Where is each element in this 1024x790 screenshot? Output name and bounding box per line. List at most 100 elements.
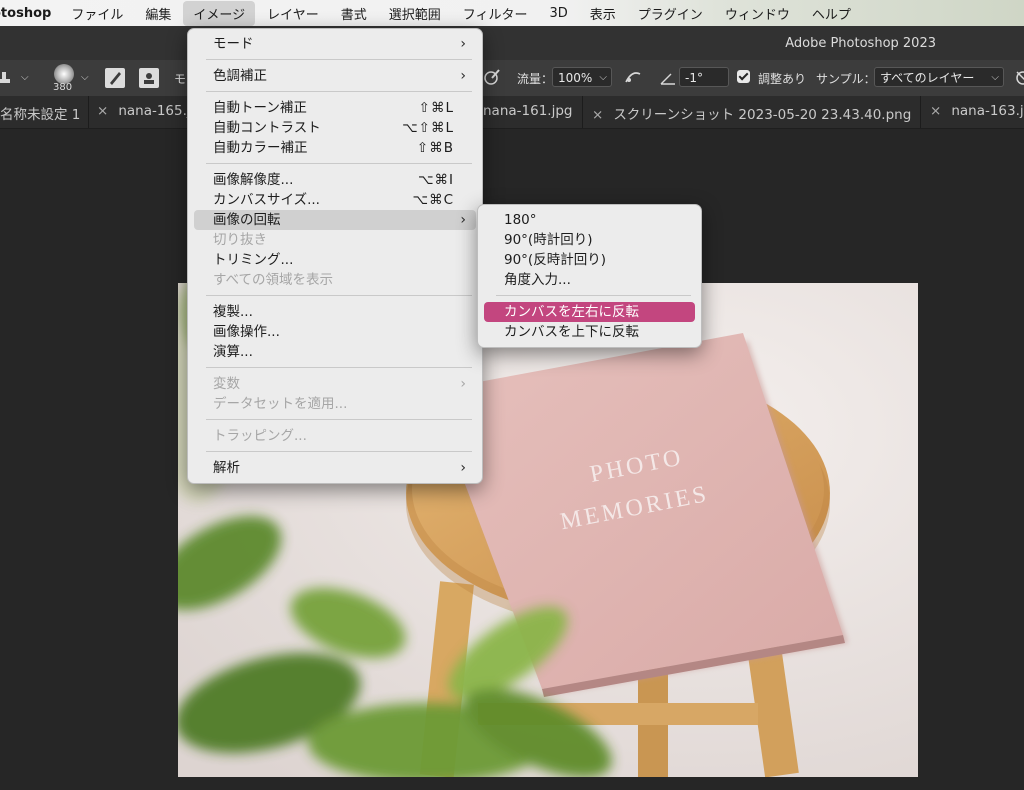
- menu-item-auto-color[interactable]: 自動カラー補正 ⇧⌘B: [194, 138, 476, 158]
- submenu-arrow-icon: ›: [460, 68, 466, 84]
- image-menu-dropdown: モード › 色調補正 › 自動トーン補正 ⇧⌘L 自動コントラスト ⌥⇧⌘L 自…: [187, 28, 483, 484]
- system-menu-bar: otoshop ファイル 編集 イメージ レイヤー 書式 選択範囲 フィルター …: [0, 0, 1024, 26]
- menu-item-flip-canvas-vertical[interactable]: カンバスを上下に反転: [484, 322, 695, 342]
- menu-item-canvas-size[interactable]: カンバスサイズ... ⌥⌘C: [194, 190, 476, 210]
- menu-item-label: 画像解像度...: [213, 172, 294, 188]
- menu-filter[interactable]: フィルター: [453, 1, 538, 26]
- menu-item-rotate-180[interactable]: 180°: [484, 210, 695, 230]
- mode-label: モ: [174, 72, 187, 86]
- menu-item-label: 複製...: [213, 304, 253, 320]
- menu-item-shortcut: ⌥⌘I: [417, 172, 454, 188]
- close-icon[interactable]: ×: [930, 103, 941, 119]
- menu-item-label: 自動コントラスト: [213, 120, 321, 136]
- menu-divider: [206, 367, 472, 368]
- menu-item-label: すべての領域を表示: [213, 272, 334, 288]
- menu-item-label: 画像の回転: [213, 212, 281, 228]
- pressure-opacity-icon[interactable]: [483, 68, 501, 86]
- menu-item-label: トリミング...: [213, 252, 294, 268]
- menu-3d[interactable]: 3D: [540, 3, 578, 24]
- tab-screenshot[interactable]: × スクリーンショット 2023-05-20 23.43.40.png: [592, 103, 911, 123]
- menu-item-label: カンバスサイズ...: [213, 192, 320, 208]
- menu-item-apply-data-set[interactable]: データセットを適用...: [194, 394, 476, 414]
- menu-item-flip-canvas-horizontal[interactable]: カンバスを左右に反転: [484, 302, 695, 322]
- menu-item-label: 演算...: [213, 344, 253, 360]
- menu-item-duplicate[interactable]: 複製...: [194, 302, 476, 322]
- menu-item-label: 90°(反時計回り): [504, 252, 606, 268]
- menu-divider: [206, 295, 472, 296]
- tab-nana-165[interactable]: × nana-165.j: [97, 103, 191, 119]
- menu-item-analysis[interactable]: 解析 ›: [194, 458, 476, 478]
- menu-divider: [206, 91, 472, 92]
- flow-field[interactable]: 100% ⌵: [552, 67, 612, 87]
- menu-item-mode[interactable]: モード ›: [194, 34, 476, 54]
- menu-divider: [206, 163, 472, 164]
- menu-item-label: 画像操作...: [213, 324, 280, 340]
- tab-divider: [88, 96, 89, 128]
- menu-window[interactable]: ウィンドウ: [715, 1, 800, 26]
- aligned-label: 調整あり: [758, 72, 807, 86]
- menu-item-label: 切り抜き: [213, 232, 267, 248]
- app-menu[interactable]: otoshop: [0, 6, 61, 21]
- menu-divider: [206, 59, 472, 60]
- menu-item-adjustments[interactable]: 色調補正 ›: [194, 66, 476, 86]
- close-icon[interactable]: ×: [97, 103, 108, 119]
- flow-label: 流量：: [517, 72, 554, 86]
- menu-item-shortcut: ⇧⌘L: [418, 100, 454, 116]
- menu-help[interactable]: ヘルプ: [802, 1, 861, 26]
- sample-chevron-icon[interactable]: ⌵: [991, 68, 999, 88]
- tab-untitled-1[interactable]: 名称未設定 1: [0, 103, 80, 123]
- tab-label: nana-165.j: [118, 103, 191, 119]
- stamp-tool-icon[interactable]: [0, 68, 14, 86]
- flow-chevron-icon[interactable]: ⌵: [599, 68, 607, 88]
- menu-item-auto-contrast[interactable]: 自動コントラスト ⌥⇧⌘L: [194, 118, 476, 138]
- sample-select[interactable]: すべてのレイヤー ⌵: [874, 67, 1004, 87]
- brush-preview-icon[interactable]: [54, 64, 74, 84]
- clone-source-icon[interactable]: [139, 68, 159, 88]
- ignore-adjustment-layers-icon[interactable]: [1014, 69, 1024, 87]
- menu-view[interactable]: 表示: [580, 1, 626, 26]
- menu-item-image-rotation[interactable]: 画像の回転 ›: [194, 210, 476, 230]
- menu-item-label: カンバスを上下に反転: [504, 324, 639, 340]
- angle-field[interactable]: -1°: [679, 67, 729, 87]
- window-title: Adobe Photoshop 2023: [785, 36, 936, 51]
- close-icon[interactable]: ×: [592, 107, 603, 123]
- menu-item-label: カンバスを左右に反転: [504, 304, 639, 320]
- aligned-checkbox[interactable]: [737, 70, 750, 83]
- brush-picker-chevron-icon[interactable]: ⌵: [81, 72, 89, 83]
- menu-type[interactable]: 書式: [331, 1, 377, 26]
- angle-icon: [660, 73, 675, 85]
- menu-item-rotate-90-cw[interactable]: 90°(時計回り): [484, 230, 695, 250]
- menu-item-label: モード: [213, 36, 254, 52]
- menu-item-rotate-90-ccw[interactable]: 90°(反時計回り): [484, 250, 695, 270]
- menu-item-trim[interactable]: トリミング...: [194, 250, 476, 270]
- menu-item-label: 解析: [213, 460, 240, 476]
- submenu-arrow-icon: ›: [460, 212, 466, 228]
- menu-item-trap[interactable]: トラッピング...: [194, 426, 476, 446]
- menu-item-variables[interactable]: 変数 ›: [194, 374, 476, 394]
- tab-label: スクリーンショット 2023-05-20 23.43.40.png: [613, 107, 912, 123]
- airbrush-icon[interactable]: [624, 68, 642, 86]
- menu-edit[interactable]: 編集: [135, 1, 181, 26]
- menu-file[interactable]: ファイル: [61, 1, 133, 26]
- menu-image[interactable]: イメージ: [183, 0, 256, 26]
- brush-settings-icon[interactable]: [105, 68, 125, 88]
- tab-nana-163[interactable]: × nana-163.jpg: [930, 103, 1024, 119]
- menu-select[interactable]: 選択範囲: [379, 1, 451, 26]
- menu-item-label: データセットを適用...: [213, 396, 348, 412]
- menu-plugins[interactable]: プラグイン: [628, 1, 713, 26]
- image-rotation-submenu: 180° 90°(時計回り) 90°(反時計回り) 角度入力... カンバスを左…: [477, 204, 702, 348]
- tool-preset-chevron-icon[interactable]: ⌵: [21, 72, 29, 83]
- tab-nana-161[interactable]: nana-161.jpg: [483, 103, 572, 119]
- tab-label: 名称未設定 1: [0, 107, 81, 123]
- menu-divider: [206, 419, 472, 420]
- menu-item-crop[interactable]: 切り抜き: [194, 230, 476, 250]
- menu-item-arbitrary-angle[interactable]: 角度入力...: [484, 270, 695, 290]
- tab-divider: [920, 96, 921, 128]
- menu-item-auto-tone[interactable]: 自動トーン補正 ⇧⌘L: [194, 98, 476, 118]
- menu-layer[interactable]: レイヤー: [257, 1, 329, 26]
- menu-item-calculations[interactable]: 演算...: [194, 342, 476, 362]
- menu-item-image-size[interactable]: 画像解像度... ⌥⌘I: [194, 170, 476, 190]
- menu-item-apply-image[interactable]: 画像操作...: [194, 322, 476, 342]
- menu-item-reveal-all[interactable]: すべての領域を表示: [194, 270, 476, 290]
- menu-item-label: 自動トーン補正: [213, 100, 307, 116]
